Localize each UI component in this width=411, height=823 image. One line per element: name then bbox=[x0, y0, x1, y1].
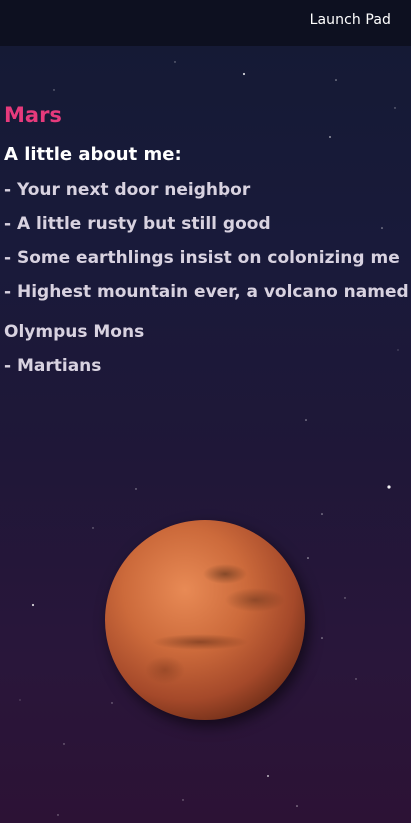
launch-pad-link[interactable]: Launch Pad bbox=[310, 12, 391, 28]
fact-item: - Highest mountain ever, a volcano named… bbox=[4, 282, 409, 342]
top-navigation-bar: Launch Pad bbox=[0, 0, 411, 46]
mars-planet-image bbox=[105, 520, 305, 720]
planet-title: Mars bbox=[4, 103, 62, 127]
planet-info-section: Mars A little about me: - Your next door… bbox=[4, 100, 409, 386]
about-heading: A little about me: bbox=[4, 144, 182, 165]
planet-facts-list: - Your next door neighbor - A little rus… bbox=[4, 170, 409, 386]
fact-item: - Martians bbox=[4, 356, 102, 376]
